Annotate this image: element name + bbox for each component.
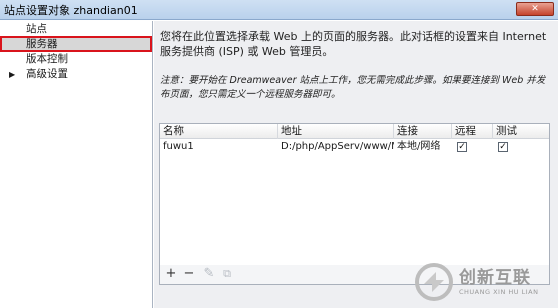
col-header-address[interactable]: 地址 [278,124,394,139]
close-icon: ✕ [531,4,539,14]
close-button[interactable]: ✕ [516,2,554,16]
duplicate-server-button[interactable]: ⧉ [220,267,234,281]
remote-checkbox[interactable]: ✓ [457,142,467,152]
nav-item-label: 站点 [26,23,47,35]
remove-server-button[interactable]: − [182,267,196,281]
test-checkbox[interactable]: ✓ [498,142,508,152]
nav-item-site[interactable]: 站点 [0,23,152,36]
brand-watermark: 创新互联 CHUANG XIN HU LIAN [414,256,558,308]
server-note: 注意：要开始在 Dreamweaver 站点上工作，您无需完成此步骤。如果要连接… [160,75,546,100]
table-row[interactable]: fuwu1 D:/php/AppServ/www/M... 本地/网络 ✓ ✓ [160,140,549,154]
col-header-name[interactable]: 名称 [160,124,278,139]
expand-arrow-icon[interactable]: ▶ [9,68,15,81]
server-address-cell: D:/php/AppServ/www/M... [281,141,394,152]
server-connection-cell: 本地/网络 [397,141,441,152]
title-bar: 站点设置对象 zhandian01 [0,0,558,20]
server-name-cell: fuwu1 [163,141,194,152]
col-header-test[interactable]: 测试 [493,124,549,139]
category-nav: 站点 服务器 版本控制 ▶ 高级设置 [0,21,153,308]
edit-server-button[interactable]: ✎ [202,267,216,281]
brand-logo-icon [415,263,453,301]
table-header: 名称 地址 连接 远程 测试 [160,124,549,139]
col-header-remote[interactable]: 远程 [452,124,493,139]
nav-item-label: 高级设置 [26,68,68,80]
nav-item-label: 服务器 [26,38,58,50]
window-title: 站点设置对象 zhandian01 [4,3,138,17]
nav-item-servers[interactable]: 服务器 [0,36,152,52]
brand-name: 创新互联 [459,267,531,288]
nav-item-label: 版本控制 [26,53,68,65]
brand-subtitle: CHUANG XIN HU LIAN [459,287,539,296]
server-description: 您将在此位置选择承载 Web 上的页面的服务器。此对话框的设置来自 Intern… [160,30,547,58]
add-server-button[interactable]: + [164,267,178,281]
nav-item-version-control[interactable]: 版本控制 [0,53,152,66]
nav-item-advanced-settings[interactable]: ▶ 高级设置 [0,68,152,81]
col-header-connection[interactable]: 连接 [394,124,452,139]
